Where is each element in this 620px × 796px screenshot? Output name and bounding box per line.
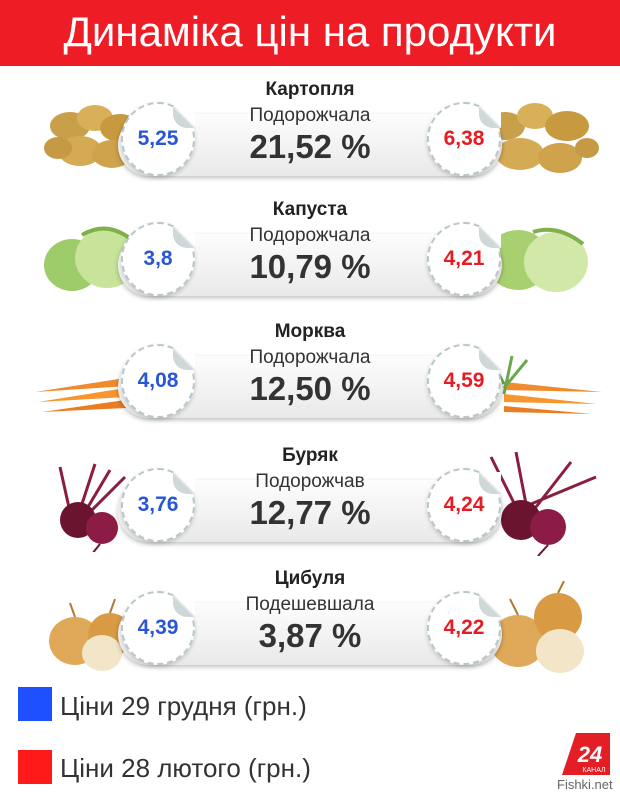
price-badge-december: 3,76 xyxy=(121,468,195,542)
row-title: Морква xyxy=(274,321,346,342)
price-badge-december: 4,39 xyxy=(121,591,195,665)
legend-swatch-february xyxy=(18,750,52,784)
row-onion: Цибуля Подешевшала 3,87 % 4,39 4,22 xyxy=(0,567,620,687)
row-cabbage: Капуста Подорожчала 10,79 % 3,8 4,21 xyxy=(0,198,620,318)
change-percent: 12,77 % xyxy=(249,494,371,531)
logo-caption: КАНАЛ xyxy=(582,767,606,774)
price-badge-december: 5,25 xyxy=(121,102,195,176)
logo-number: 24 xyxy=(577,742,602,767)
change-percent: 21,52 % xyxy=(249,128,371,165)
change-direction: Подорожчала xyxy=(249,105,371,126)
change-percent: 12,50 % xyxy=(249,370,371,407)
price-badge-december: 4,08 xyxy=(121,344,195,418)
price-badge-february: 4,22 xyxy=(427,591,501,665)
price-badge-february: 4,24 xyxy=(427,468,501,542)
price-badge-december: 3,8 xyxy=(121,222,195,296)
page-title: Динаміка цін на продукти xyxy=(63,8,557,55)
price-badge-february: 4,59 xyxy=(427,344,501,418)
change-direction: Подорожчала xyxy=(249,225,371,246)
title-banner: Динаміка цін на продукти xyxy=(0,0,620,66)
price-badge-february: 4,21 xyxy=(427,222,501,296)
row-carrot: Морква Подорожчала 12,50 % 4,08 4,59 xyxy=(0,320,620,440)
legend-label-february: Ціни 28 лютого (грн.) xyxy=(60,753,311,783)
change-percent: 10,79 % xyxy=(249,248,371,285)
row-title: Капуста xyxy=(272,199,348,220)
change-percent: 3,87 % xyxy=(258,617,362,654)
legend-label-december: Ціни 29 грудня (грн.) xyxy=(60,691,307,721)
change-direction: Подорожчав xyxy=(255,471,365,492)
change-direction: Подешевшала xyxy=(245,594,375,615)
channel-24-logo: 24 КАНАЛ xyxy=(562,733,610,775)
row-beet: Буряк Подорожчав 12,77 % 3,76 4,24 xyxy=(0,444,620,564)
legend-swatch-december xyxy=(18,687,52,721)
row-potato: Картопля Подорожчала 21,52 % 5,25 6,38 xyxy=(0,78,620,198)
change-direction: Подорожчала xyxy=(249,347,371,368)
price-badge-february: 6,38 xyxy=(427,102,501,176)
watermark: Fishki.net xyxy=(557,777,613,792)
